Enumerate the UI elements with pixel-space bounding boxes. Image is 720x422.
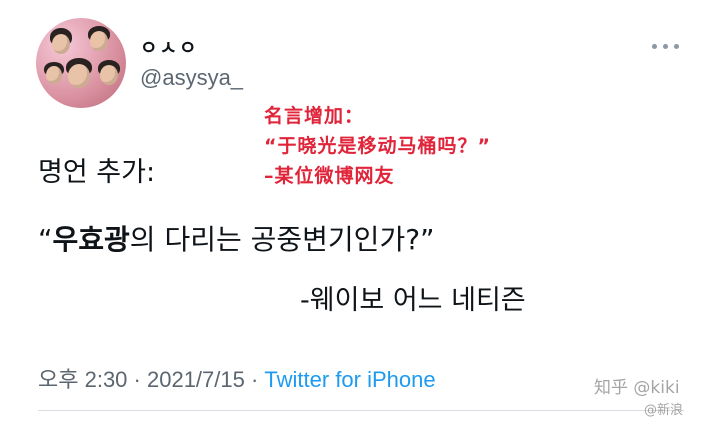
- tweet-meta: 오후 2:30 · 2021/7/15 · Twitter for iPhone: [38, 362, 436, 394]
- watermark: 知乎 @kiki: [594, 378, 680, 398]
- meta-separator: ·: [127, 367, 147, 392]
- user-handle[interactable]: @asysya_: [140, 65, 243, 91]
- tweet-date[interactable]: 2021/7/15: [147, 367, 245, 392]
- more-horizontal-icon[interactable]: [652, 40, 684, 52]
- annotation-line-2: “于晓光是移动马桶吗？”: [264, 135, 491, 157]
- annotation-line-1: 名言增加：: [264, 105, 365, 127]
- divider: [38, 410, 684, 411]
- tweet-source-link[interactable]: Twitter for iPhone: [264, 367, 435, 392]
- tweet-text-line-1: 명언 추가:: [38, 157, 156, 188]
- tweet-card: ㅇㅅㅇ @asysya_ 名言增加： “于晓光是移动马桶吗？” –某位微博网友 …: [0, 0, 720, 422]
- tweet-text-line-3: -웨이보 어느 네티즌: [300, 285, 526, 316]
- tweet-text-rest: 의 다리는 공중변기인가?”: [129, 223, 435, 256]
- quote-open: “: [38, 223, 53, 256]
- translation-annotation: 名言增加： “于晓光是移动马桶吗？” –某位微博网友: [264, 101, 491, 191]
- display-name[interactable]: ㅇㅅㅇ: [140, 33, 198, 60]
- meta-separator: ·: [244, 367, 265, 392]
- tweet-text-line-2: “우효광의 다리는 공중변기인가?”: [38, 218, 435, 258]
- tweet-text-bold: 우효광: [52, 223, 130, 256]
- avatar[interactable]: [36, 18, 126, 108]
- annotation-line-3: –某位微博网友: [264, 165, 395, 187]
- tweet-time[interactable]: 오후 2:30: [38, 367, 127, 392]
- watermark-secondary: @新浪: [644, 403, 684, 418]
